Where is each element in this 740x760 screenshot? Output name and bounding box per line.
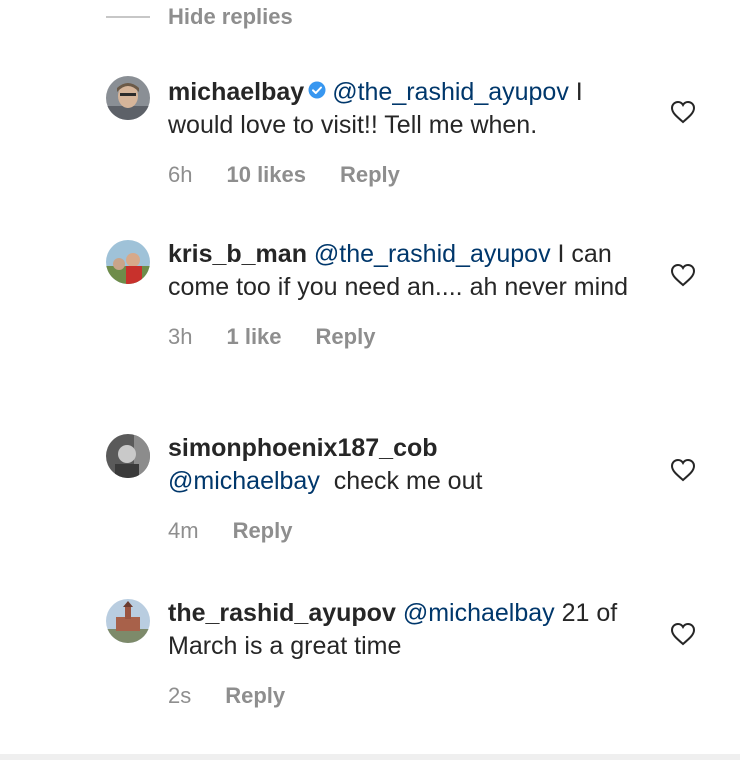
comment-meta: 2s Reply bbox=[168, 683, 638, 709]
comment-text: michaelbay @the_rashid_ayupov I would lov… bbox=[168, 76, 638, 142]
comment-body: kris_b_man @the_rashid_ayupov I can come… bbox=[168, 238, 638, 350]
comment-username[interactable]: simonphoenix187_cob bbox=[168, 434, 438, 462]
comment-body: simonphoenix187_cob @michaelbay check me … bbox=[168, 432, 638, 544]
heart-outline-icon[interactable] bbox=[670, 263, 696, 287]
comment-timestamp: 2s bbox=[168, 683, 192, 708]
bottom-divider bbox=[0, 754, 740, 760]
reply-button[interactable]: Reply bbox=[225, 683, 285, 709]
reply-button[interactable]: Reply bbox=[316, 324, 376, 350]
avatar[interactable] bbox=[106, 599, 150, 643]
comment-mention[interactable]: @the_rashid_ayupov bbox=[332, 78, 569, 106]
comment-body: the_rashid_ayupov @michaelbay 21 of Marc… bbox=[168, 597, 638, 709]
comment-username[interactable]: kris_b_man bbox=[168, 240, 307, 268]
avatar[interactable] bbox=[106, 76, 150, 120]
comment-meta: 3h 1 like Reply bbox=[168, 324, 638, 350]
reply-button[interactable]: Reply bbox=[233, 518, 293, 544]
comment-mention[interactable]: @michaelbay bbox=[168, 467, 320, 495]
comment-mention[interactable]: @the_rashid_ayupov bbox=[314, 240, 551, 268]
verified-badge-icon bbox=[308, 75, 326, 108]
comment-username[interactable]: michaelbay bbox=[168, 78, 304, 106]
reply-button[interactable]: Reply bbox=[340, 162, 400, 188]
comment-likes-count[interactable]: 1 like bbox=[226, 324, 281, 350]
avatar[interactable] bbox=[106, 240, 150, 284]
comment-message: check me out bbox=[326, 467, 483, 495]
heart-outline-icon[interactable] bbox=[670, 100, 696, 124]
avatar[interactable] bbox=[106, 434, 150, 478]
comment-username[interactable]: the_rashid_ayupov bbox=[168, 599, 396, 627]
heart-outline-icon[interactable] bbox=[670, 622, 696, 646]
hide-replies-label: Hide replies bbox=[168, 4, 293, 29]
comment-text: the_rashid_ayupov @michaelbay 21 of Marc… bbox=[168, 597, 638, 663]
comment-meta: 6h 10 likes Reply bbox=[168, 162, 638, 188]
heart-outline-icon[interactable] bbox=[670, 458, 696, 482]
comment-text: simonphoenix187_cob @michaelbay check me … bbox=[168, 432, 638, 498]
comment-timestamp: 3h bbox=[168, 324, 193, 349]
comment-likes-count[interactable]: 10 likes bbox=[226, 162, 306, 188]
comment-mention[interactable]: @michaelbay bbox=[403, 599, 555, 627]
comment-text: kris_b_man @the_rashid_ayupov I can come… bbox=[168, 238, 638, 304]
hide-replies-divider bbox=[106, 16, 150, 18]
comment-timestamp: 4m bbox=[168, 518, 199, 543]
comment-timestamp: 6h bbox=[168, 162, 193, 187]
comment-body: michaelbay @the_rashid_ayupov I would lov… bbox=[168, 76, 638, 188]
hide-replies-button[interactable]: Hide replies bbox=[106, 2, 293, 32]
comment-meta: 4m Reply bbox=[168, 518, 638, 544]
